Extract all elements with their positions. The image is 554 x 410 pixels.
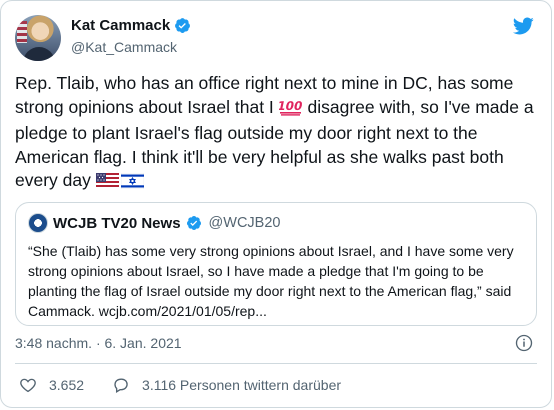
speech-bubble-icon [114,378,128,393]
quoted-tweet[interactable]: WCJB TV20 News @WCJB20 “She (Tlaib) has … [15,202,537,326]
quoted-tweet-text: “She (Tlaib) has some very strong opinio… [28,243,514,319]
avatar-figure [23,47,55,61]
hundred-points-emoji: 100 [275,98,303,123]
quoted-verified-badge-icon [186,216,201,230]
svg-text:100: 100 [279,99,303,113]
like-count: 3.652 [49,377,85,393]
reply-conversation-button[interactable]: 3.116 Personen twittern darüber [112,376,341,394]
verified-badge-icon [175,18,191,33]
avatar-flag-decoration [17,21,27,43]
israel-flag-icon [120,172,145,196]
quoted-author-name: WCJB TV20 News [53,214,181,232]
quoted-author-handle: @WCJB20 [208,215,281,231]
tweet-actions: 3.652 3.116 Personen twittern darüber [19,374,341,396]
author-avatar[interactable] [15,15,61,61]
heart-icon [20,378,36,393]
conversation-label: 3.116 Personen twittern darüber [142,377,342,393]
info-icon[interactable] [515,334,533,352]
author-display-name[interactable]: Kat Cammack [71,17,170,34]
tweet-timestamp[interactable]: 3:48 nachm. · 6. Jan. 2021 [15,335,182,351]
divider [15,363,537,364]
author-handle[interactable]: @Kat_Cammack [71,39,177,55]
twitter-bird-icon[interactable] [511,15,535,37]
tweet-text: Rep. Tlaib, who has an office right next… [15,72,537,196]
quoted-author-avatar [28,213,48,233]
author-name-row: Kat Cammack [71,17,191,34]
like-button[interactable]: 3.652 [19,376,84,394]
tweet-card: Kat Cammack @Kat_Cammack Rep. Tlaib, who… [0,0,552,408]
quoted-tweet-header: WCJB TV20 News @WCJB20 [28,213,280,233]
us-flag-icon [95,172,119,196]
tweet-header: Kat Cammack @Kat_Cammack [15,13,537,63]
